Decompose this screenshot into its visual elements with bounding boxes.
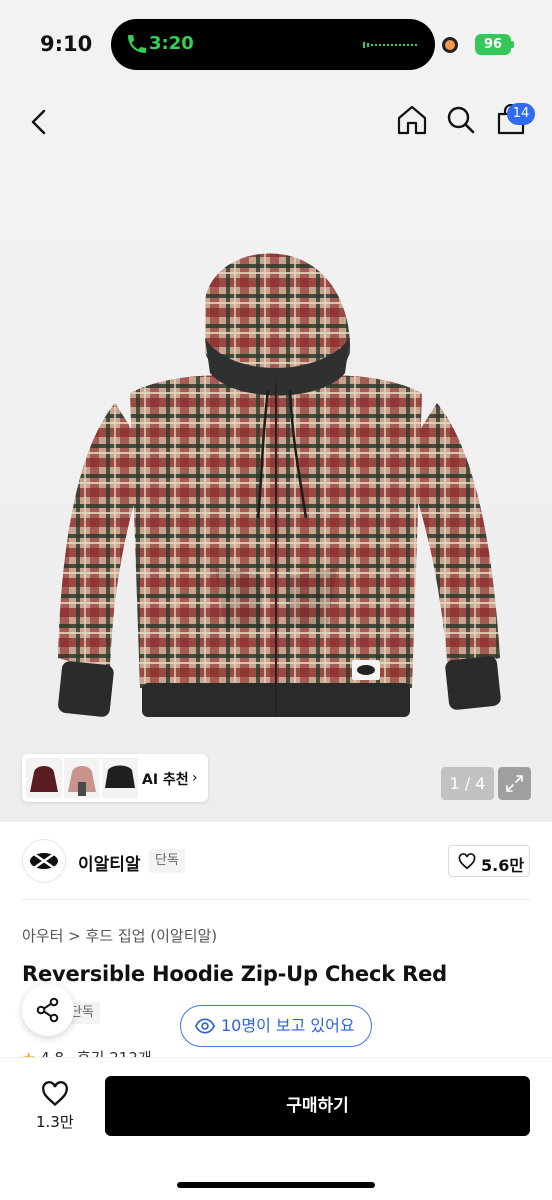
brand-logo[interactable] [22, 839, 66, 883]
eye-icon [195, 1018, 215, 1034]
product-image [58, 253, 501, 717]
audio-wave-icon [363, 42, 417, 48]
battery-indicator: 96 [475, 34, 511, 55]
brand-like-count: 5.6만 [481, 856, 525, 875]
cart-count-badge: 14 [507, 103, 535, 125]
thumbnail-2[interactable] [64, 758, 100, 798]
home-icon[interactable] [396, 104, 428, 136]
brand-logo-mark [30, 852, 58, 870]
buy-button[interactable]: 구매하기 [105, 1076, 530, 1136]
share-button[interactable] [22, 984, 74, 1036]
status-bar: 9:10 3:20 96 [0, 0, 552, 84]
top-navigation [0, 84, 552, 158]
ai-recommend-label[interactable]: AI 추천 [142, 769, 189, 789]
battery-tip [511, 41, 514, 48]
thumbnail-1[interactable] [26, 758, 62, 798]
divider [22, 899, 530, 900]
home-indicator [177, 1182, 375, 1188]
recording-indicator [442, 37, 458, 53]
viewers-text: 10명이 보고 있어요 [221, 1016, 355, 1035]
viewers-pill: 10명이 보고 있어요 [180, 1005, 372, 1047]
product-image-gallery[interactable] [0, 158, 552, 822]
brand-name[interactable]: 이알티알 [78, 850, 141, 875]
product-title: Reversible Hoodie Zip-Up Check Red [22, 962, 447, 986]
category-breadcrumb[interactable]: 아우터 > 후드 집업 (이알티알) [22, 925, 217, 946]
exclusive-badge: 단독 [149, 849, 185, 873]
status-time: 9:10 [40, 32, 93, 56]
chevron-right-icon: › [192, 770, 198, 786]
share-icon [36, 997, 59, 1023]
back-arrow-icon[interactable] [28, 108, 50, 136]
expand-icon[interactable] [498, 767, 531, 800]
image-pager: 1 / 4 [441, 767, 494, 800]
dynamic-island[interactable]: 3:20 [111, 19, 435, 70]
call-duration: 3:20 [149, 33, 194, 54]
search-icon[interactable] [446, 105, 476, 135]
heart-icon [42, 1081, 68, 1107]
wishlist-count: 1.3만 [36, 1113, 74, 1131]
heart-icon [458, 853, 476, 870]
brand-like-button[interactable]: 5.6만 [448, 845, 530, 877]
thumbnail-3[interactable] [102, 758, 138, 798]
phone-icon [128, 35, 146, 53]
